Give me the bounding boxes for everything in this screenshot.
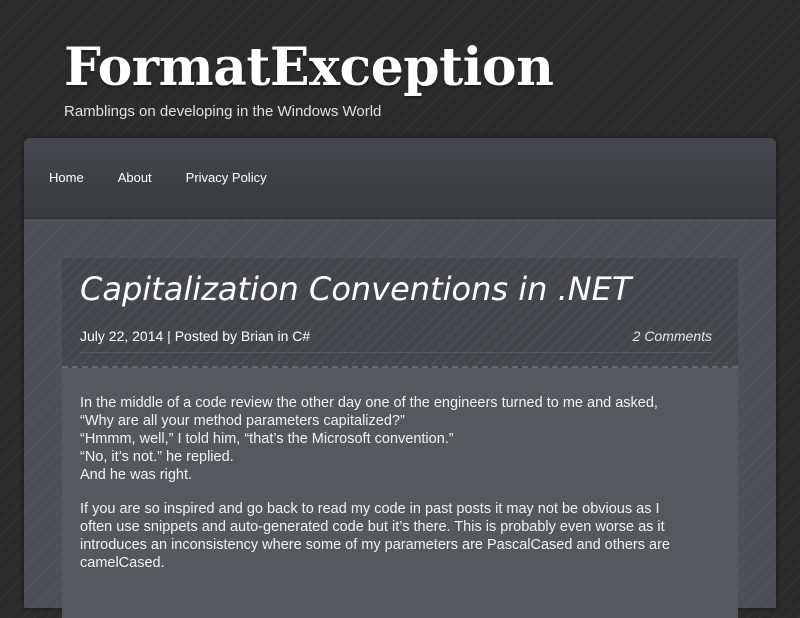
paragraph-line: And he was right. — [80, 467, 193, 483]
paragraph-line: “Why are all your method parameters capi… — [80, 413, 405, 429]
paragraph-line: “Hmmm, well,” I told him, “that’s the Mi… — [80, 431, 454, 447]
site-title[interactable]: FormatException — [64, 36, 554, 100]
post-author[interactable]: Brian — [241, 328, 274, 344]
nav-item-about[interactable]: About — [107, 168, 163, 188]
post-meta: July 22, 2014 | Posted by Brian in C# — [80, 326, 310, 346]
blog-post: Capitalization Conventions in .NET July … — [62, 258, 738, 618]
post-title[interactable]: Capitalization Conventions in .NET — [80, 268, 631, 310]
post-paragraph: If you are so inspired and go back to re… — [80, 500, 708, 572]
in-text: in — [273, 328, 293, 344]
paragraph-line: “No, it’s not.” he replied. — [80, 449, 234, 465]
paragraph-line: often use snippets and auto-generated co… — [80, 519, 665, 535]
paragraph-line: camelCased. — [80, 555, 165, 571]
post-date[interactable]: July 22, 2014 — [80, 328, 163, 344]
nav-item-privacy-policy[interactable]: Privacy Policy — [175, 168, 278, 188]
content-wrapper: Home About Privacy Policy Capitalization… — [24, 138, 776, 618]
paragraph-line: In the middle of a code review the other… — [80, 395, 658, 411]
meta-divider — [80, 352, 712, 353]
posted-by-text: | Posted by — [163, 328, 241, 344]
post-category[interactable]: C# — [292, 328, 310, 344]
post-body: In the middle of a code review the other… — [62, 368, 738, 572]
site-header: FormatException Ramblings on developing … — [64, 36, 554, 122]
paragraph-line: introduces an inconsistency where some o… — [80, 537, 670, 553]
post-header: Capitalization Conventions in .NET July … — [62, 258, 738, 368]
paragraph-line: If you are so inspired and go back to re… — [80, 501, 660, 517]
main-navigation: Home About Privacy Policy — [24, 138, 776, 219]
post-paragraph: In the middle of a code review the other… — [80, 394, 708, 484]
comments-link[interactable]: 2 Comments — [633, 326, 712, 346]
nav-item-home[interactable]: Home — [38, 168, 95, 188]
site-tagline: Ramblings on developing in the Windows W… — [64, 103, 382, 120]
